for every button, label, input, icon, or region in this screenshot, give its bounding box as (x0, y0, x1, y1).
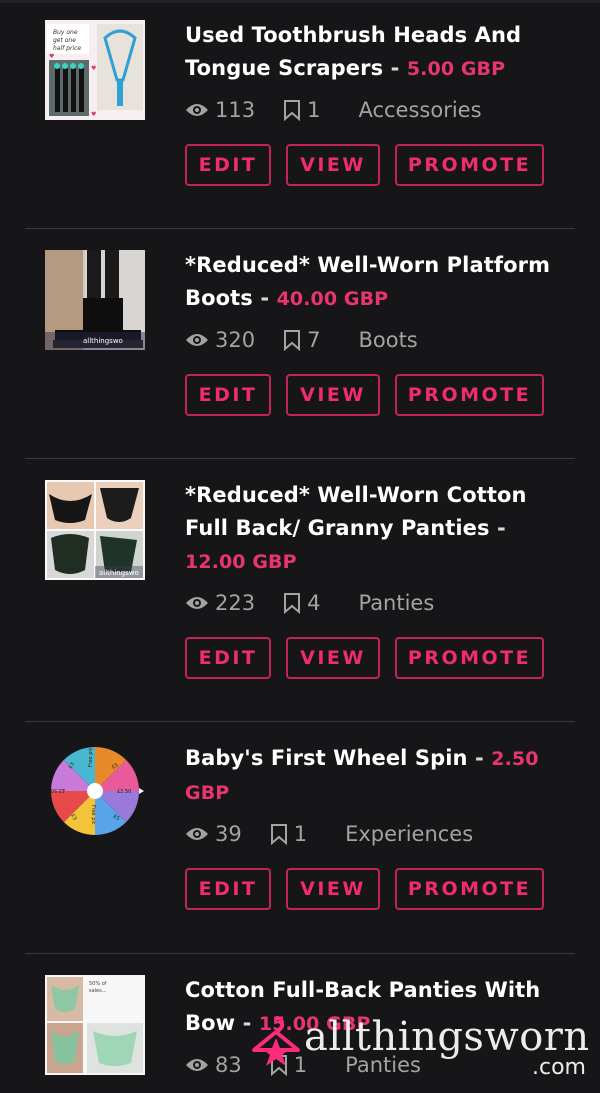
svg-text:Free pic: Free pic (90, 805, 96, 825)
listing-title[interactable]: Used Toothbrush Heads And Tongue Scraper… (185, 19, 570, 86)
top-border (0, 0, 600, 3)
watermark-tld: .com (532, 1055, 586, 1080)
listing-thumbnail[interactable]: Buy one get one half price ♥ ♥ ♥ (45, 20, 145, 120)
view-button[interactable]: VIEW (286, 868, 380, 910)
divider (25, 721, 575, 722)
eye-icon (186, 597, 208, 609)
save-count: 1 (283, 98, 320, 122)
edit-button[interactable]: EDIT (185, 144, 271, 186)
view-count: 320 (185, 328, 255, 352)
svg-text:allthingswo: allthingswo (99, 569, 139, 577)
svg-text:get one: get one (53, 37, 76, 44)
view-button[interactable]: VIEW (286, 374, 380, 416)
view-count: 223 (185, 591, 255, 615)
listing-thumbnail[interactable]: £3 Free pic £5 £2.50 £5 Free pic £3 £2.5… (45, 741, 145, 841)
listing-price: 12.00 GBP (185, 551, 297, 573)
listing-thumbnail[interactable]: 50% of sales... (45, 975, 145, 1075)
brand-watermark: allthingsworn .com (248, 1008, 593, 1088)
panties-collage: allthingswo (45, 480, 145, 580)
divider (25, 458, 575, 459)
category-label[interactable]: Accessories (358, 98, 481, 122)
title-separator: - (390, 56, 400, 80)
listing-price: 5.00 GBP (406, 58, 506, 80)
view-button[interactable]: VIEW (286, 144, 380, 186)
divider (25, 953, 575, 954)
listing-title[interactable]: Baby's First Wheel Spin - 2.50 GBP (185, 742, 570, 810)
svg-text:allthingswo: allthingswo (83, 337, 123, 345)
view-button[interactable]: VIEW (286, 637, 380, 679)
listing-title[interactable]: *Reduced* Well-Worn Cotton Full Back/ Gr… (185, 479, 570, 579)
listing-thumbnail[interactable]: allthingswo (45, 480, 145, 580)
toothbrush-photo: Buy one get one half price ♥ ♥ ♥ (45, 20, 145, 120)
save-count: 1 (270, 822, 307, 846)
title-separator: - (497, 516, 506, 540)
cotton-panties-collage: 50% of sales... (45, 975, 145, 1075)
eye-icon (186, 334, 208, 346)
watermark-brand: allthingsworn (304, 1014, 590, 1060)
svg-text:Free pic: Free pic (88, 747, 94, 767)
prize-wheel: £3 Free pic £5 £2.50 £5 Free pic £3 £2.5… (51, 747, 144, 835)
bookmark-icon (284, 330, 301, 351)
svg-text:♥: ♥ (91, 65, 96, 72)
svg-text:£2.50: £2.50 (117, 789, 131, 795)
eye-icon (186, 828, 208, 840)
listing-price: 40.00 GBP (276, 288, 389, 310)
eye-icon (186, 104, 208, 116)
bookmark-icon (284, 100, 301, 121)
bookmark-icon (284, 593, 301, 614)
svg-text:♥: ♥ (49, 53, 54, 60)
svg-text:sales...: sales... (89, 988, 107, 994)
title-separator: - (260, 286, 270, 310)
listing-title[interactable]: *Reduced* Well-Worn Platform Boots - 40.… (185, 249, 570, 316)
edit-button[interactable]: EDIT (185, 637, 271, 679)
view-count: 39 (185, 822, 242, 846)
view-count: 113 (185, 98, 255, 122)
title-separator: - (475, 746, 484, 770)
category-label[interactable]: Panties (358, 591, 434, 615)
svg-text:Buy one: Buy one (53, 29, 78, 36)
save-count: 7 (283, 328, 320, 352)
svg-text:50% of: 50% of (89, 981, 107, 987)
svg-text:half price: half price (53, 45, 81, 52)
edit-button[interactable]: EDIT (185, 868, 271, 910)
listing-thumbnail[interactable]: allthingswo (45, 250, 145, 350)
divider (25, 228, 575, 229)
svg-text:£2.50: £2.50 (51, 787, 65, 793)
promote-button[interactable]: PROMOTE (395, 374, 544, 416)
boots-photo: allthingswo (45, 250, 145, 350)
category-label[interactable]: Experiences (345, 822, 473, 846)
category-label[interactable]: Boots (358, 328, 417, 352)
promote-button[interactable]: PROMOTE (395, 868, 544, 910)
view-count: 83 (185, 1053, 242, 1077)
bookmark-icon (270, 824, 287, 845)
promote-button[interactable]: PROMOTE (395, 144, 544, 186)
hanger-logo-icon (252, 1016, 300, 1066)
eye-icon (186, 1059, 208, 1071)
promote-button[interactable]: PROMOTE (395, 637, 544, 679)
svg-text:♥: ♥ (91, 111, 96, 118)
save-count: 4 (283, 591, 320, 615)
edit-button[interactable]: EDIT (185, 374, 271, 416)
